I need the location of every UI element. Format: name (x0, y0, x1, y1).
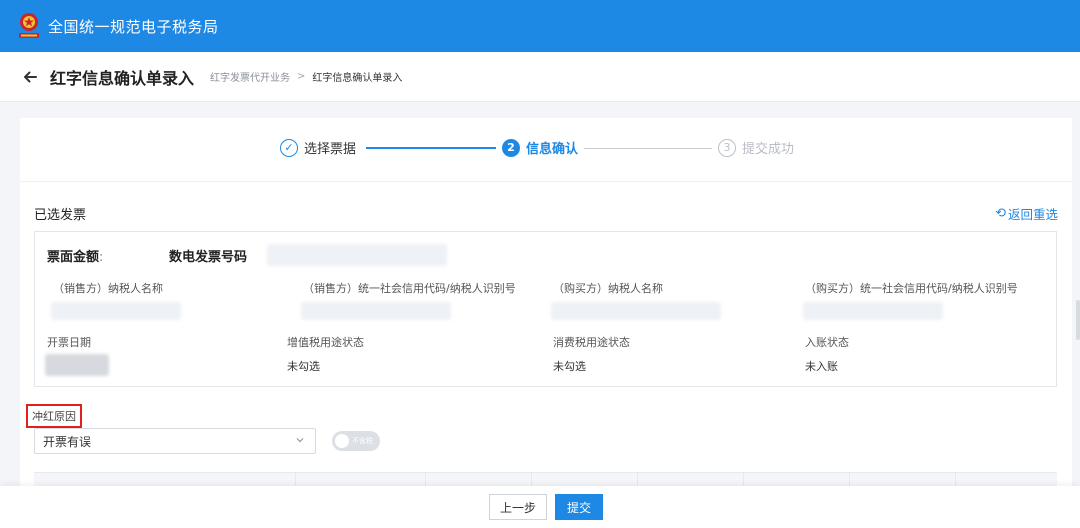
step-number: 3 (718, 138, 736, 157)
vat-usage-status-label: 增值税用途状态 (287, 336, 364, 349)
scrollbar[interactable] (1076, 300, 1080, 340)
step-submit-success: 3 提交成功 (718, 138, 794, 157)
buyer-name-label: （购买方）纳税人名称 (553, 282, 663, 295)
invoice-info-box: 票面金额: 数电发票号码 （销售方）纳税人名称 （销售方）统一社会信用代码/纳税… (34, 231, 1057, 387)
step-number: 2 (502, 138, 520, 157)
check-circle-icon: ✓ (280, 138, 298, 157)
redacted-issue-date (45, 354, 109, 376)
selected-invoice-title: 已选发票 (34, 208, 87, 223)
account-status-value: 未入账 (805, 360, 838, 373)
main-card: ✓ 选择票据 2 信息确认 3 提交成功 已选发票 ⟲ 返回重选 票面金额: 数… (20, 118, 1072, 528)
red-reason-label: 冲红原因 (26, 404, 82, 428)
account-status-label: 入账状态 (805, 336, 849, 349)
toggle-label: 不含税 (352, 437, 373, 445)
redacted-buyer-name (551, 302, 721, 320)
page-title: 红字信息确认单录入 (50, 68, 195, 88)
redacted-invoice-number (267, 244, 447, 266)
seller-tax-id-label: （销售方）统一社会信用代码/纳税人识别号 (303, 282, 516, 295)
tax-exclusive-toggle[interactable]: 不含税 (332, 431, 380, 451)
chevron-down-icon (295, 434, 305, 448)
page-header: 红字信息确认单录入 红字发票代开业务 > 红字信息确认单录入 (0, 52, 1080, 102)
excise-usage-status-value: 未勾选 (553, 360, 586, 373)
redacted-seller-name (51, 302, 181, 320)
step-connector-pending (584, 148, 712, 149)
reselect-label: 返回重选 (1007, 207, 1058, 222)
step-indicator: ✓ 选择票据 2 信息确认 3 提交成功 (20, 118, 1072, 182)
vat-usage-status-value: 未勾选 (287, 360, 320, 373)
submit-button[interactable]: 提交 (555, 494, 603, 520)
step-connector-done (366, 147, 496, 149)
red-reason-select[interactable]: 开票有误 (34, 428, 316, 454)
breadcrumb-item-current: 红字信息确认单录入 (312, 73, 403, 84)
invoice-number-label: 数电发票号码 (169, 250, 248, 265)
app-title: 全国统一规范电子税务局 (48, 17, 219, 36)
undo-icon: ⟲ (995, 206, 1006, 221)
breadcrumb-item-red-invoice-business[interactable]: 红字发票代开业务 (210, 69, 290, 84)
excise-usage-status-label: 消费税用途状态 (553, 336, 630, 349)
toggle-knob (335, 434, 349, 448)
step-label: 信息确认 (526, 142, 579, 157)
step-label: 选择票据 (304, 142, 357, 157)
redacted-buyer-tax-id (803, 302, 943, 320)
top-bar: 全国统一规范电子税务局 (0, 0, 1080, 52)
step-select-invoice: ✓ 选择票据 (280, 138, 356, 157)
footer-bar: 上一步 提交 (0, 486, 1080, 528)
step-label: 提交成功 (742, 142, 795, 157)
breadcrumb-separator: > (297, 71, 306, 82)
national-emblem-icon (16, 11, 42, 41)
previous-step-button[interactable]: 上一步 (489, 494, 547, 520)
issue-date-label: 开票日期 (47, 336, 91, 349)
breadcrumb: 红字发票代开业务 > 红字信息确认单录入 (210, 69, 402, 84)
redacted-seller-tax-id (301, 302, 451, 320)
step-confirm-info: 2 信息确认 (502, 138, 578, 157)
reselect-link[interactable]: ⟲ 返回重选 (995, 204, 1058, 223)
back-arrow-icon[interactable] (22, 67, 42, 87)
seller-name-label: （销售方）纳税人名称 (53, 282, 163, 295)
amount-label: 票面金额: (47, 250, 104, 265)
red-reason-value: 开票有误 (43, 434, 92, 449)
buyer-tax-id-label: （购买方）统一社会信用代码/纳税人识别号 (805, 282, 1018, 295)
